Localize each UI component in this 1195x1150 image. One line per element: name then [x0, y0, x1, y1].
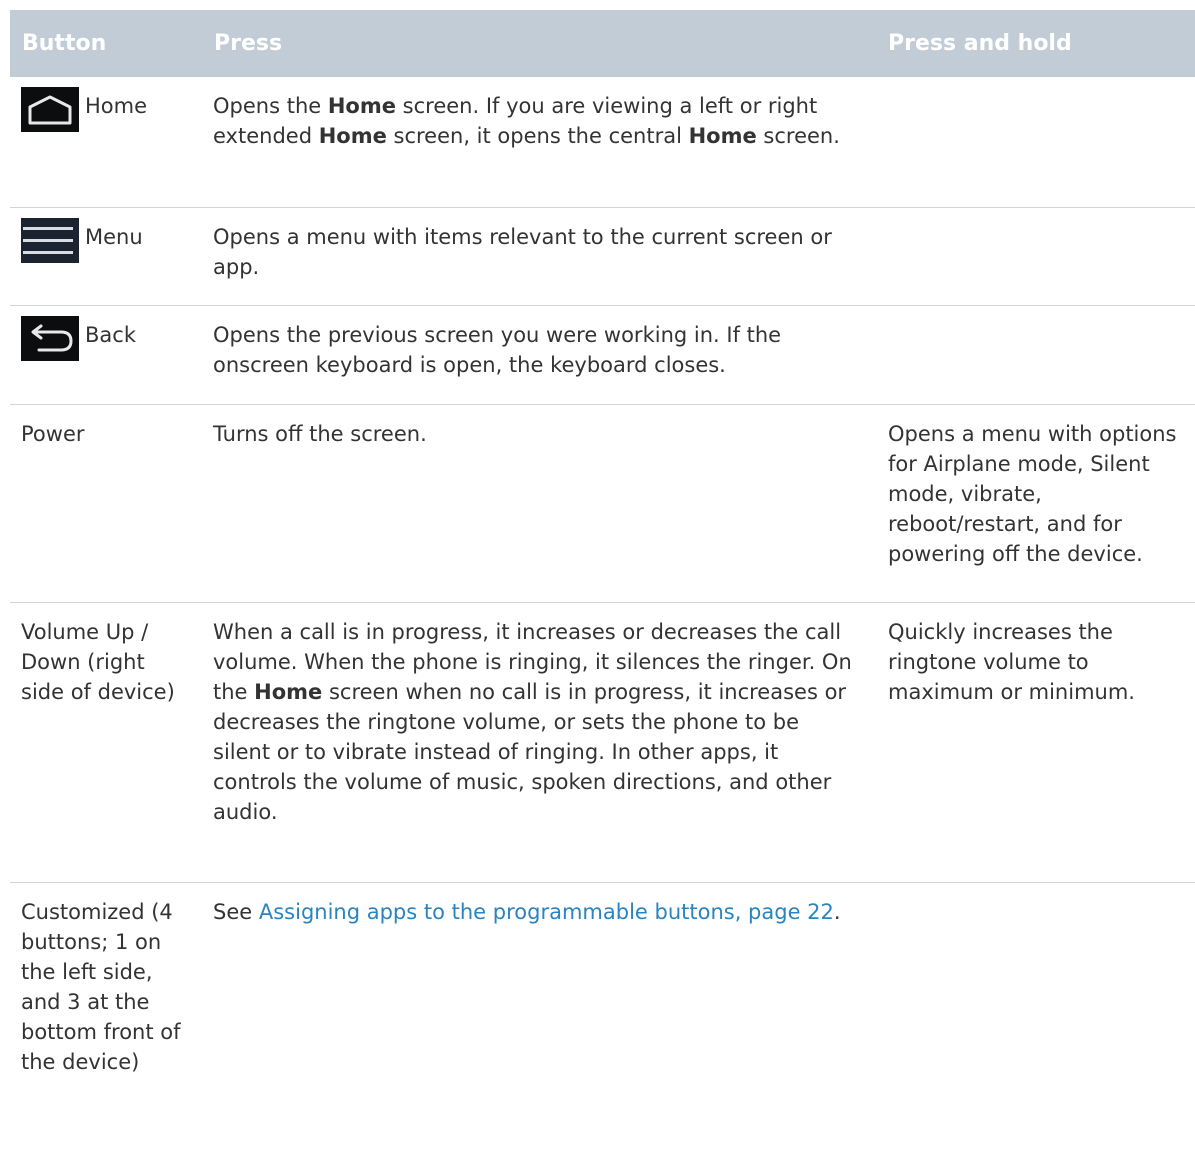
hold-cell-power: Opens a menu with options for Airplane m…	[876, 404, 1195, 603]
header-press-and-hold: Press and hold	[888, 31, 1072, 56]
button-cell-home: Home	[10, 77, 202, 208]
menu-key-icon	[21, 217, 79, 263]
press-cell-customized: See Assigning apps to the programmable b…	[213, 899, 841, 924]
home-key-icon	[21, 87, 79, 132]
header-press: Press	[214, 31, 283, 56]
home-bold: Home	[254, 679, 323, 704]
button-cell-power: Power	[10, 404, 202, 603]
header-row: Button Press Press and hold	[10, 10, 1195, 77]
button-label-home: Home	[85, 94, 148, 118]
hold-cell-home	[876, 77, 1195, 208]
press-cell-volume: When a call is in progress, it increases…	[202, 602, 876, 883]
home-bold: Home	[688, 124, 757, 148]
table-row-back: Back Opens the previous screen you were …	[10, 305, 1195, 405]
table-row-volume: Volume Up / Down (right side of device) …	[10, 602, 1195, 883]
table-row-home: Home Opens the Home screen. If you are v…	[10, 77, 1195, 208]
button-label-menu: Menu	[85, 224, 143, 249]
press-cell-menu: Opens a menu with items relevant to the …	[202, 207, 876, 306]
press-cell-power: Turns off the screen.	[202, 404, 876, 603]
hold-cell-back	[876, 305, 1195, 405]
home-bold: Home	[318, 124, 387, 148]
table-row-customized: Customized (4 buttons; 1 on the left sid…	[10, 882, 1195, 1093]
button-cell-back: Back	[10, 305, 202, 405]
home-bold: Home	[327, 94, 396, 118]
button-cell-menu: Menu	[10, 207, 202, 306]
table-header: Button Press Press and hold	[10, 10, 1195, 77]
hold-cell-customized	[876, 882, 1195, 1093]
button-reference-page: Button Press Press and hold Home Opens t…	[10, 10, 1195, 1093]
button-cell-customized: Customized (4 buttons; 1 on the left sid…	[21, 899, 181, 1074]
hardware-buttons-table: Button Press Press and hold Home Opens t…	[10, 10, 1195, 1093]
button-label-back: Back	[85, 322, 136, 347]
button-cell-volume: Volume Up / Down (right side of device)	[10, 602, 202, 883]
press-cell-home: Opens the Home screen. If you are viewin…	[202, 77, 876, 208]
press-cell-back: Opens the previous screen you were worki…	[202, 305, 876, 405]
programmable-buttons-link[interactable]: Assigning apps to the programmable butto…	[259, 900, 834, 924]
table-row-menu: Menu Opens a menu with items relevant to…	[10, 207, 1195, 306]
back-key-icon	[21, 315, 79, 361]
hold-cell-volume: Quickly increases the ringtone volume to…	[876, 602, 1195, 883]
table-row-power: Power Turns off the screen. Opens a menu…	[10, 404, 1195, 603]
header-button: Button	[22, 31, 107, 56]
hold-cell-menu	[876, 207, 1195, 306]
